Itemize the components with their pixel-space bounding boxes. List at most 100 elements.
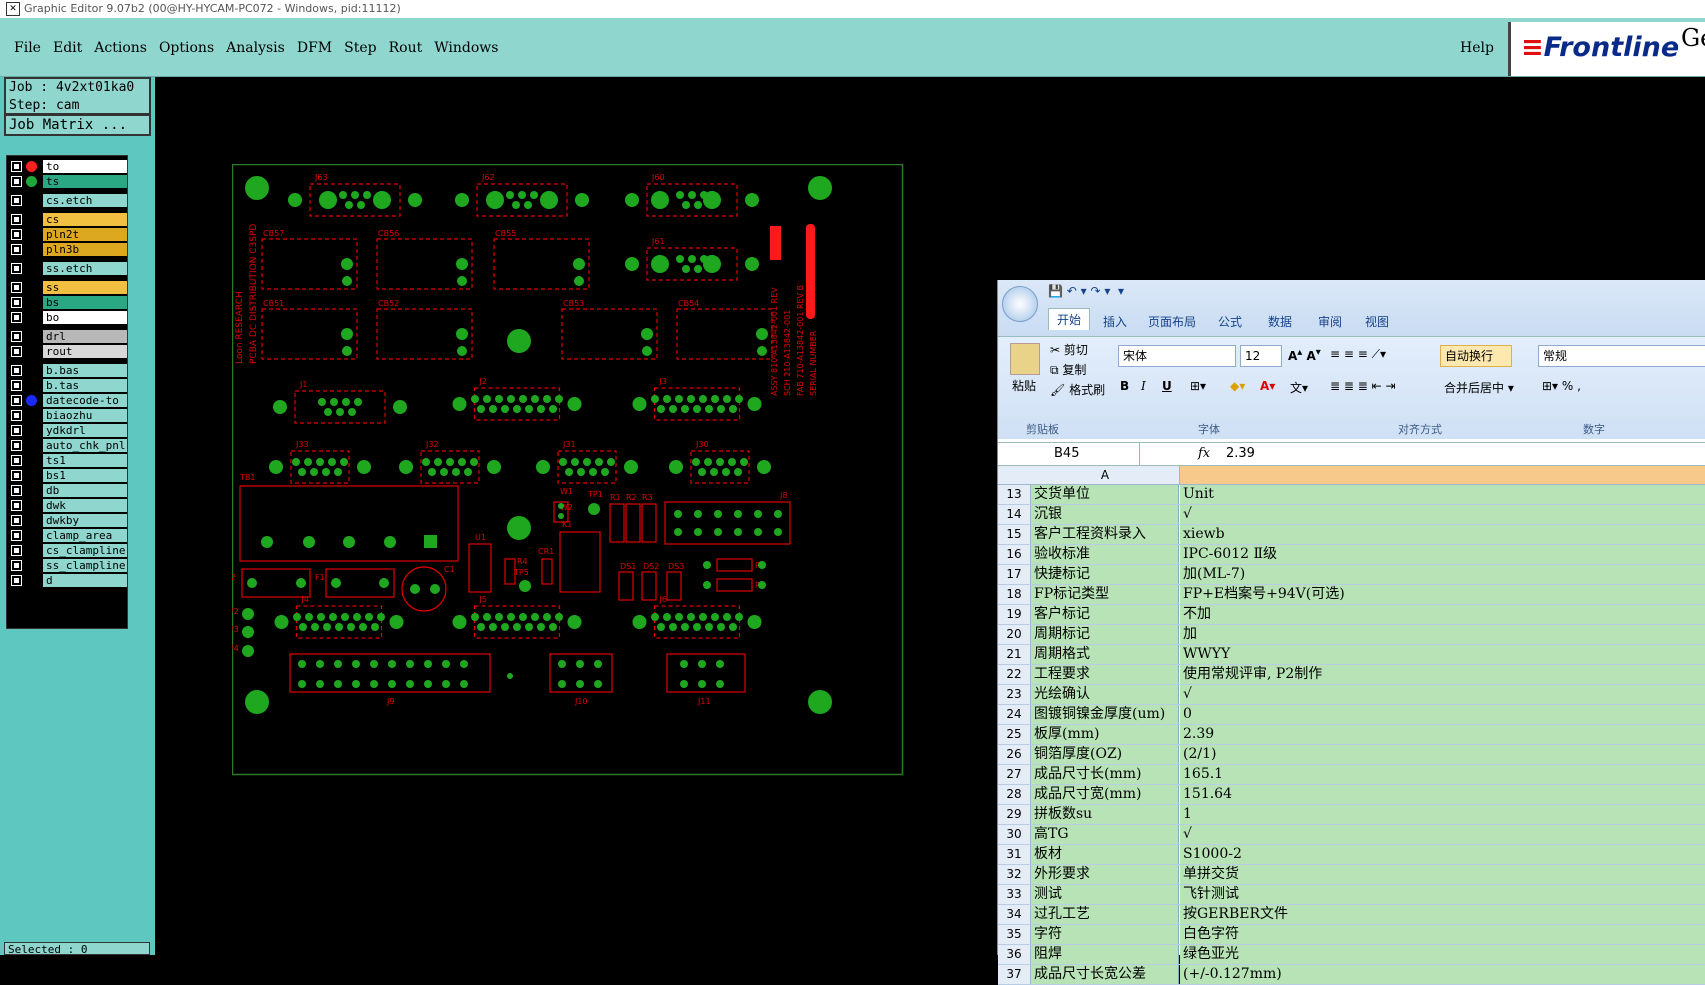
layer-row[interactable]: ts1: [7, 453, 127, 468]
layer-checkbox[interactable]: [11, 195, 22, 206]
menu-edit[interactable]: Edit: [53, 40, 82, 56]
layer-row[interactable]: pln2t: [7, 227, 127, 242]
cell-b[interactable]: 165.1: [1180, 765, 1705, 784]
underline-button[interactable]: U: [1162, 379, 1172, 393]
cell-b[interactable]: 加: [1180, 625, 1705, 644]
layer-row[interactable]: dwkby: [7, 513, 127, 528]
cell-a[interactable]: 沉银: [1031, 505, 1179, 524]
grow-font-button[interactable]: A▴ A▾: [1288, 347, 1321, 363]
layer-checkbox[interactable]: [11, 214, 22, 225]
layer-checkbox[interactable]: [11, 380, 22, 391]
format-painter-button[interactable]: 🖌 格式刷: [1050, 381, 1105, 398]
layer-checkbox[interactable]: [11, 545, 22, 556]
cell-b[interactable]: 使用常规评审, P2制作: [1180, 665, 1705, 684]
cell-a[interactable]: 成品尺寸长宽公差: [1031, 965, 1179, 984]
formula-input[interactable]: 2.39: [1226, 443, 1255, 465]
row-number[interactable]: 37: [998, 965, 1031, 984]
row-number[interactable]: 27: [998, 765, 1031, 784]
cell-b[interactable]: (2/1): [1180, 745, 1705, 764]
layer-name[interactable]: cs: [43, 213, 127, 226]
layer-checkbox[interactable]: [11, 263, 22, 274]
row-number[interactable]: 30: [998, 825, 1031, 844]
cell-a[interactable]: 过孔工艺: [1031, 905, 1179, 924]
layer-name[interactable]: ydkdrl: [43, 424, 127, 437]
layer-name[interactable]: ss: [43, 281, 127, 294]
layer-checkbox[interactable]: [11, 560, 22, 571]
cell-b[interactable]: 按GERBER文件: [1180, 905, 1705, 924]
row-number[interactable]: 34: [998, 905, 1031, 924]
cell-b[interactable]: 不加: [1180, 605, 1705, 624]
layer-row[interactable]: biaozhu: [7, 408, 127, 423]
menu-actions[interactable]: Actions: [94, 40, 147, 56]
paste-button[interactable]: 粘贴: [1012, 377, 1036, 394]
layer-name[interactable]: ts: [43, 175, 127, 188]
name-box[interactable]: B45: [998, 443, 1140, 465]
layer-name[interactable]: b.bas: [43, 364, 127, 377]
col-header-a[interactable]: A: [1031, 466, 1180, 484]
layer-name[interactable]: d: [43, 574, 127, 587]
cell-a[interactable]: 工程要求: [1031, 665, 1179, 684]
layer-row[interactable]: to: [7, 159, 127, 174]
row-number[interactable]: 31: [998, 845, 1031, 864]
layer-row[interactable]: datecode-to: [7, 393, 127, 408]
cell-b[interactable]: 2.39: [1180, 725, 1705, 744]
cell-a[interactable]: 外形要求: [1031, 865, 1179, 884]
layer-row[interactable]: auto_chk_pnl: [7, 438, 127, 453]
layer-checkbox[interactable]: [11, 455, 22, 466]
layer-name[interactable]: pln3b: [43, 243, 127, 256]
align-top-button[interactable]: ≡ ≡ ≡ ⟋▾: [1330, 347, 1386, 362]
cut-button[interactable]: ✂ 剪切: [1050, 341, 1088, 358]
quick-access-toolbar[interactable]: 💾 ↶ ▾ ↷ ▾ ▾: [1048, 284, 1124, 298]
layer-name[interactable]: b.tas: [43, 379, 127, 392]
row-number[interactable]: 35: [998, 925, 1031, 944]
menu-windows[interactable]: Windows: [434, 40, 498, 56]
layer-name[interactable]: db: [43, 484, 127, 497]
row-number[interactable]: 23: [998, 685, 1031, 704]
font-size-select[interactable]: 12: [1240, 345, 1282, 367]
cell-b[interactable]: WWYY: [1180, 645, 1705, 664]
menu-step[interactable]: Step: [344, 40, 376, 56]
ribbon-tab[interactable]: 页面布局: [1148, 313, 1196, 330]
layer-name[interactable]: dwk: [43, 499, 127, 512]
layer-row[interactable]: ydkdrl: [7, 423, 127, 438]
layer-name[interactable]: auto_chk_pnl: [43, 439, 127, 452]
layer-row[interactable]: drl: [7, 329, 127, 344]
cell-a[interactable]: 成品尺寸宽(mm): [1031, 785, 1179, 804]
ribbon-tab[interactable]: 数据: [1268, 313, 1292, 330]
layer-checkbox[interactable]: [11, 575, 22, 586]
row-number[interactable]: 15: [998, 525, 1031, 544]
row-number[interactable]: 22: [998, 665, 1031, 684]
layer-checkbox[interactable]: [11, 244, 22, 255]
layer-name[interactable]: bs1: [43, 469, 127, 482]
layer-checkbox[interactable]: [11, 346, 22, 357]
layer-row[interactable]: ss: [7, 280, 127, 295]
row-number[interactable]: 13: [998, 485, 1031, 504]
layer-name[interactable]: pln2t: [43, 228, 127, 241]
layer-name[interactable]: drl: [43, 330, 127, 343]
italic-button[interactable]: I: [1141, 379, 1146, 393]
row-number[interactable]: 16: [998, 545, 1031, 564]
layer-row[interactable]: b.bas: [7, 363, 127, 378]
cell-a[interactable]: 快捷标记: [1031, 565, 1179, 584]
row-number[interactable]: 29: [998, 805, 1031, 824]
cell-a[interactable]: 交货单位: [1031, 485, 1179, 504]
menu-help[interactable]: Help: [1460, 40, 1494, 56]
row-number[interactable]: 19: [998, 605, 1031, 624]
layer-name[interactable]: rout: [43, 345, 127, 358]
cell-a[interactable]: 字符: [1031, 925, 1179, 944]
layer-checkbox[interactable]: [11, 485, 22, 496]
cell-a[interactable]: FP标记类型: [1031, 585, 1179, 604]
layer-name[interactable]: ss_clampline: [43, 559, 127, 572]
layer-name[interactable]: ss.etch: [43, 262, 127, 275]
font-color-button[interactable]: A▾: [1260, 379, 1275, 393]
layer-checkbox[interactable]: [11, 410, 22, 421]
ribbon-tab[interactable]: 审阅: [1318, 313, 1342, 330]
layer-checkbox[interactable]: [11, 470, 22, 481]
cell-b[interactable]: IPC-6012 Ⅱ级: [1180, 545, 1705, 564]
layer-checkbox[interactable]: [11, 161, 22, 172]
layer-row[interactable]: dwk: [7, 498, 127, 513]
layer-row[interactable]: ss_clampline: [7, 558, 127, 573]
cell-b[interactable]: xiewb: [1180, 525, 1705, 544]
layer-name[interactable]: datecode-to: [43, 394, 127, 407]
currency-button[interactable]: ⊞▾ % ,: [1542, 379, 1581, 393]
